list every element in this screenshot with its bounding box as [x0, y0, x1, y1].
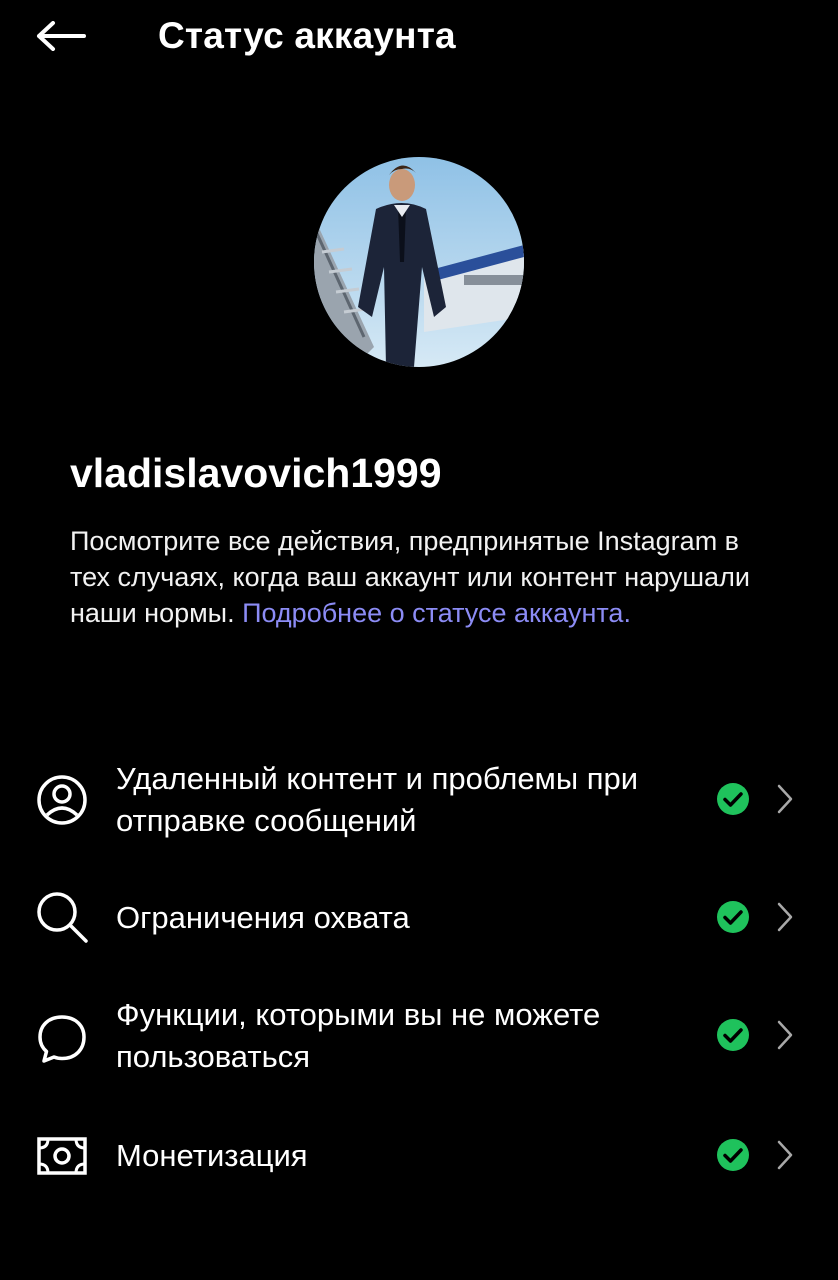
username: vladislavovich1999 [70, 450, 442, 496]
menu-item-reach-restrictions[interactable]: Ограничения охвата [0, 886, 838, 950]
chevron-right-icon [777, 1140, 793, 1170]
chevron-right-icon [777, 784, 793, 814]
profile-photo [314, 157, 524, 367]
chevron-right-icon [777, 1020, 793, 1050]
arrow-left-icon [37, 21, 86, 51]
menu-item-monetization[interactable]: Монетизация [0, 1124, 838, 1188]
header-bar: Статус аккаунта [0, 0, 838, 72]
check-circle-icon [717, 1019, 749, 1051]
money-icon [34, 1128, 90, 1184]
check-circle-icon [717, 783, 749, 815]
learn-more-link[interactable]: Подробнее о статусе аккаунта. [242, 598, 631, 628]
menu-item-label: Монетизация [116, 1138, 308, 1173]
search-icon [34, 889, 90, 945]
chevron-right-icon [777, 902, 793, 932]
menu-item-label: Функции, которыми вы не можете пользоват… [116, 997, 601, 1074]
menu-item-label: Ограничения охвата [116, 900, 410, 935]
check-circle-icon [717, 901, 749, 933]
speech-bubble-icon [34, 1011, 90, 1067]
menu-item-removed-content[interactable]: Удаленный контент и проблемы при отправк… [0, 758, 838, 848]
account-status-description: Посмотрите все действия, предпринятые In… [70, 523, 770, 631]
user-circle-icon [34, 772, 90, 828]
avatar[interactable] [314, 157, 524, 367]
menu-item-unavailable-features[interactable]: Функции, которыми вы не можете пользоват… [0, 994, 838, 1084]
back-button[interactable] [28, 12, 92, 60]
page-title: Статус аккаунта [158, 15, 456, 56]
check-circle-icon [717, 1139, 749, 1171]
menu-item-label: Удаленный контент и проблемы при отправк… [116, 761, 639, 838]
